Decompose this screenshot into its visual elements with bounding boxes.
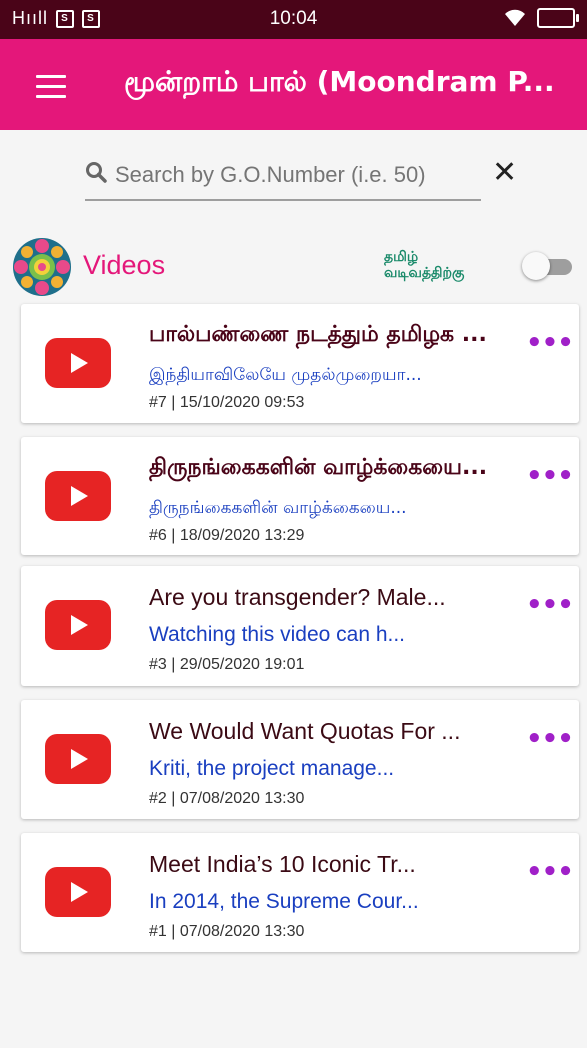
wifi-icon [505, 9, 525, 27]
more-options-icon[interactable]: ••• [526, 328, 574, 358]
video-meta: #3 | 29/05/2020 19:01 [149, 656, 305, 673]
video-subtitle: In 2014, the Supreme Cour... [149, 890, 419, 913]
video-card[interactable]: Meet India’s 10 Iconic Tr... In 2014, th… [21, 833, 579, 952]
video-subtitle: திருநங்கைகளின் வாழ்க்கையை... [149, 498, 407, 518]
app-bar: மூன்றாம் பால் (Moondram P... [0, 39, 587, 130]
video-card[interactable]: பால்பண்ணை நடத்தும் தமிழக ... இந்தியாவிலே… [21, 304, 579, 423]
video-title: Are you transgender? Male... [149, 584, 446, 610]
more-options-icon[interactable]: ••• [526, 461, 574, 491]
tamil-toggle-label: தமிழ் வடிவத்திற்கு [384, 249, 464, 281]
video-card[interactable]: திருநங்கைகளின் வாழ்க்கையை... திருநங்கைகள… [21, 437, 579, 555]
search-icon [86, 162, 107, 183]
video-meta: #1 | 07/08/2020 13:30 [149, 923, 305, 940]
video-card[interactable]: We Would Want Quotas For ... Kriti, the … [21, 700, 579, 819]
battery-icon [537, 8, 579, 28]
youtube-play-icon [45, 338, 111, 388]
hamburger-menu-icon[interactable] [36, 75, 66, 98]
more-options-icon[interactable]: ••• [526, 857, 574, 887]
youtube-play-icon [45, 600, 111, 650]
status-right [503, 8, 579, 28]
toggle-label-line1: தமிழ் [384, 249, 419, 265]
mandala-logo-icon [13, 238, 71, 296]
app-title: மூன்றாம் பால் (Moondram P... [124, 65, 555, 98]
toggle-label-line2: வடிவத்திற்கு [384, 265, 465, 281]
tamil-toggle-switch[interactable] [522, 252, 572, 280]
video-title: Meet India’s 10 Iconic Tr... [149, 851, 416, 877]
video-subtitle: Kriti, the project manage... [149, 757, 395, 780]
more-options-icon[interactable]: ••• [526, 724, 574, 754]
youtube-play-icon [45, 471, 111, 521]
status-bar: Hııll S S 10:04 [0, 0, 587, 39]
section-title: Videos [83, 250, 166, 280]
youtube-play-icon [45, 734, 111, 784]
video-title: பால்பண்ணை நடத்தும் தமிழக ... [149, 322, 487, 347]
video-meta: #7 | 15/10/2020 09:53 [149, 394, 305, 411]
video-title: We Would Want Quotas For ... [149, 718, 461, 744]
status-time: 10:04 [269, 8, 318, 29]
toggle-knob [522, 252, 550, 280]
search-input[interactable] [113, 157, 477, 193]
youtube-play-icon [45, 867, 111, 917]
video-meta: #2 | 07/08/2020 13:30 [149, 790, 305, 807]
video-list: பால்பண்ணை நடத்தும் தமிழக ... இந்தியாவிலே… [21, 304, 579, 966]
clear-search-button[interactable]: ✕ [492, 158, 517, 188]
search-bar [85, 153, 481, 201]
video-title: திருநங்கைகளின் வாழ்க்கையை... [149, 455, 488, 480]
video-subtitle: Watching this video can h... [149, 623, 406, 646]
video-meta: #6 | 18/09/2020 13:29 [149, 527, 305, 544]
video-card[interactable]: Are you transgender? Male... Watching th… [21, 566, 579, 686]
more-options-icon[interactable]: ••• [526, 590, 574, 620]
video-subtitle: இந்தியாவிலேயே முதல்முறையா... [149, 365, 422, 385]
